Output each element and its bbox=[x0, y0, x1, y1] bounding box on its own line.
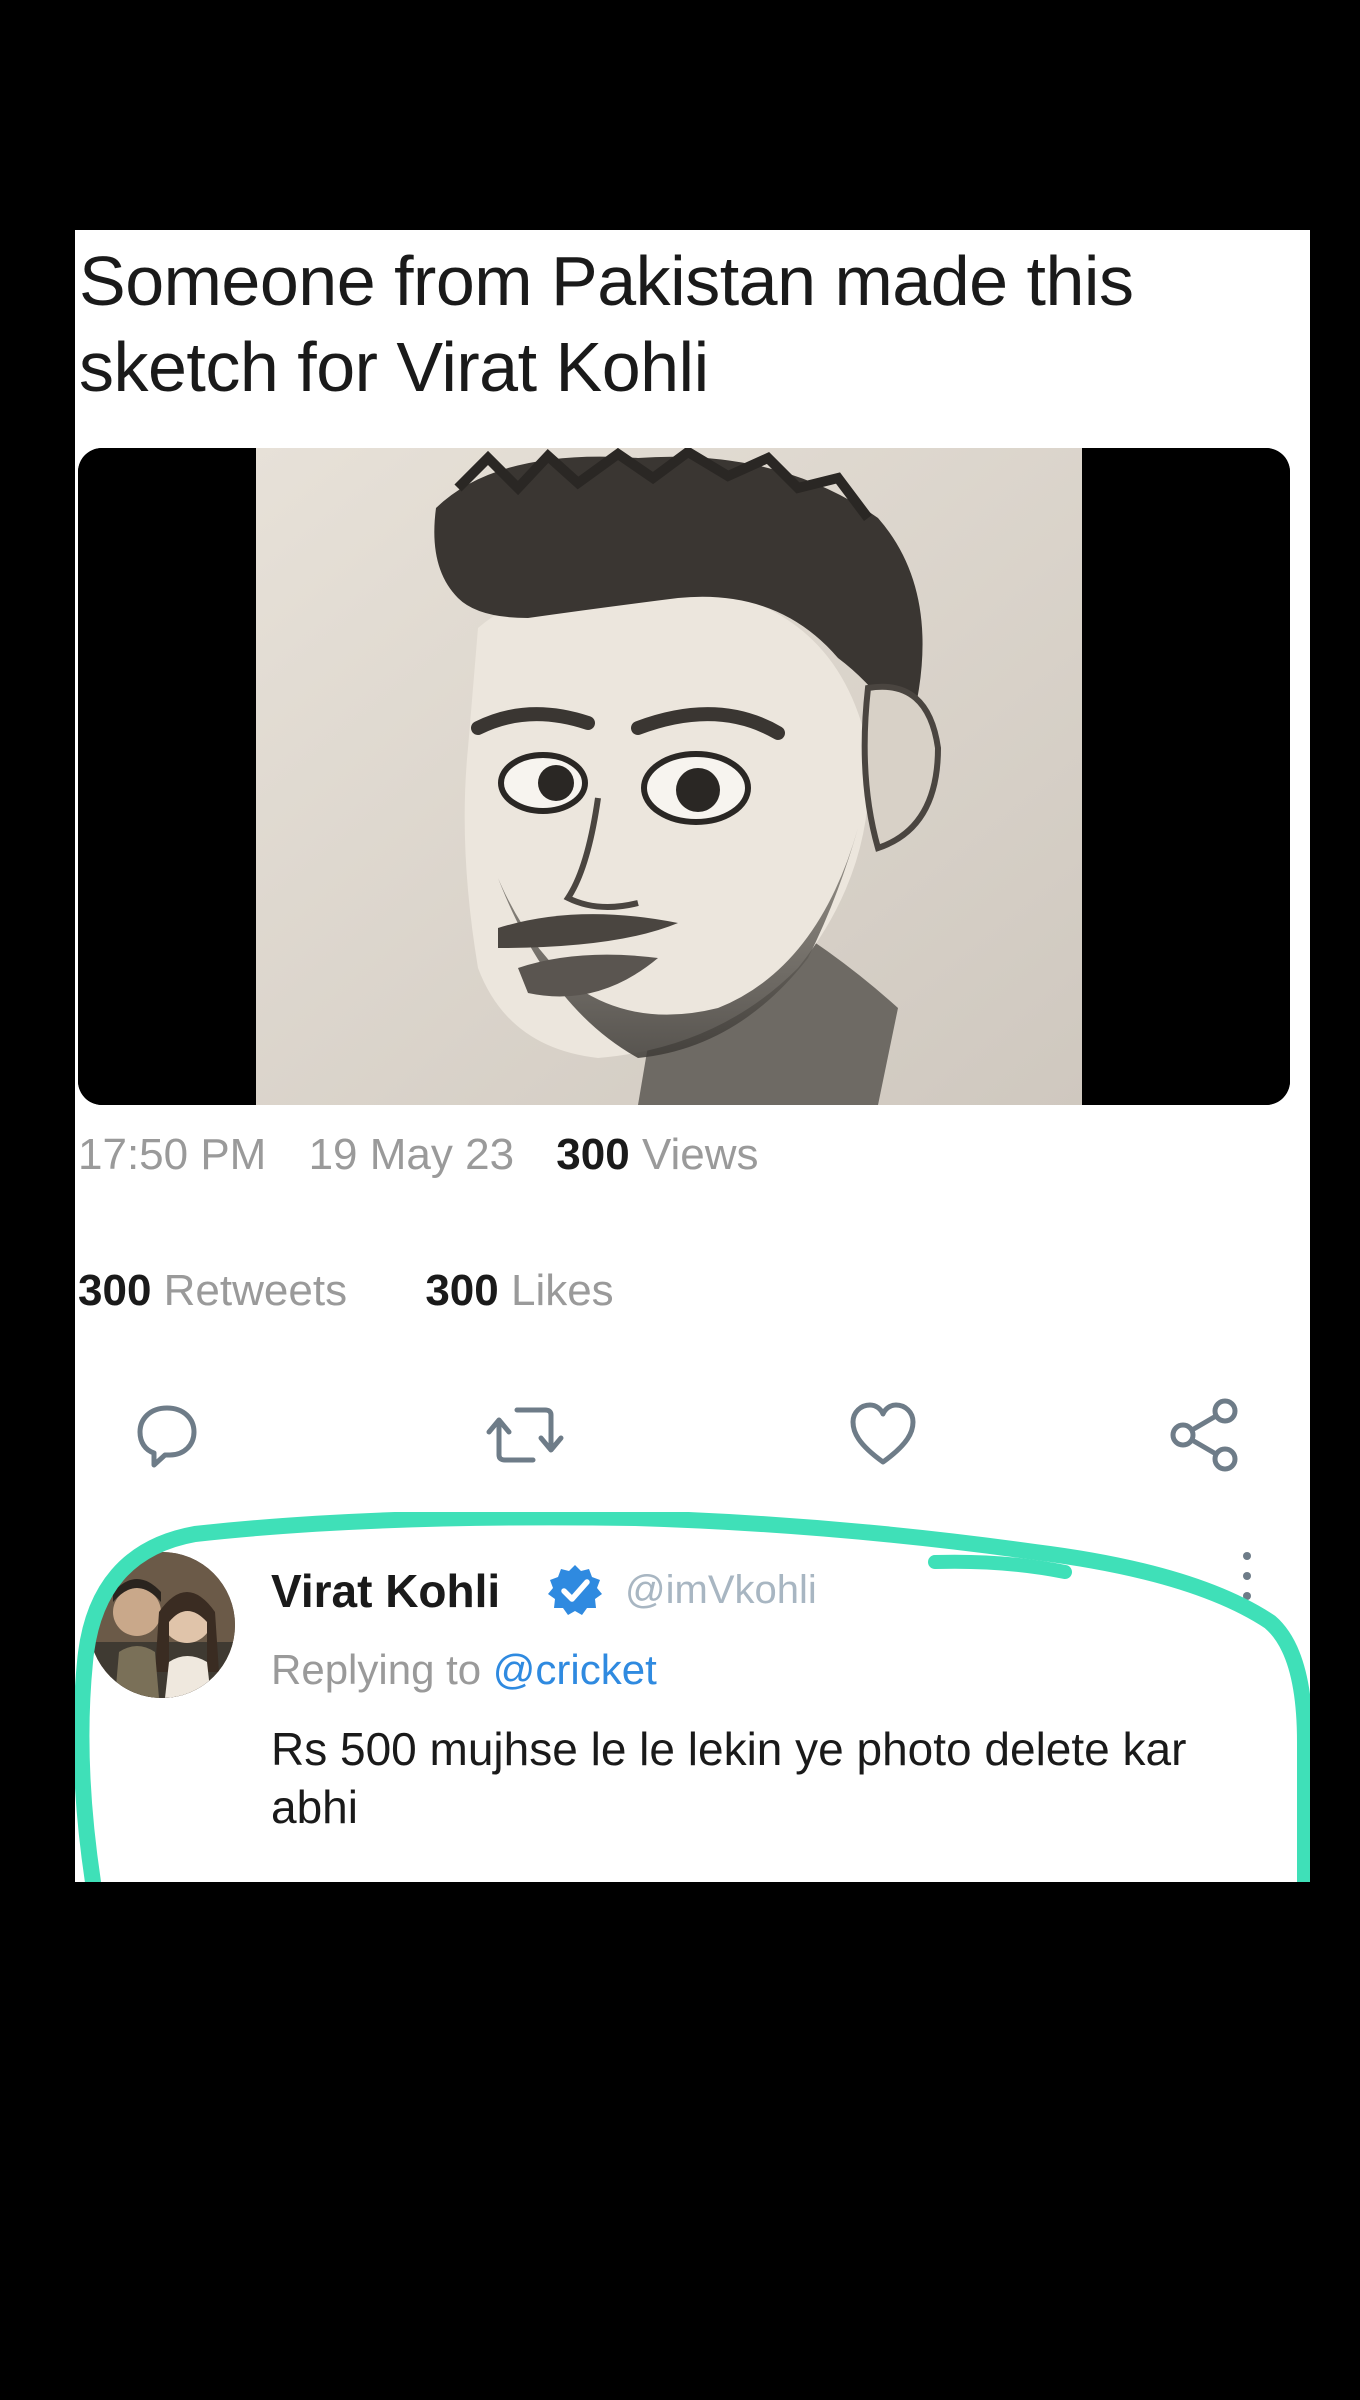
heart-icon bbox=[850, 1402, 916, 1465]
reply-button[interactable] bbox=[127, 1395, 207, 1475]
reply-text: Rs 500 mujhse le le lekin ye photo delet… bbox=[271, 1723, 1187, 1833]
avatar-photo bbox=[89, 1552, 235, 1698]
post-image[interactable] bbox=[78, 448, 1290, 1105]
share-button[interactable] bbox=[1165, 1395, 1245, 1475]
post-stats: 300 Retweets 300 Likes bbox=[78, 1266, 680, 1316]
likes-count: 300 bbox=[425, 1266, 499, 1315]
likes-stat[interactable]: 300 Likes bbox=[425, 1266, 613, 1316]
like-button[interactable] bbox=[843, 1395, 923, 1475]
reply-icon bbox=[137, 1405, 197, 1468]
reply-author-name[interactable]: Virat Kohli bbox=[271, 1564, 500, 1618]
views-label: Views bbox=[641, 1130, 759, 1179]
retweet-button[interactable] bbox=[485, 1395, 565, 1475]
action-bar bbox=[75, 1395, 1310, 1485]
avatar[interactable] bbox=[89, 1552, 235, 1698]
post-meta: 17:50 PM 19 May 23 300 Views bbox=[78, 1130, 759, 1180]
post-time: 17:50 PM bbox=[78, 1130, 267, 1179]
retweet-icon bbox=[486, 1407, 564, 1463]
share-icon bbox=[1170, 1398, 1238, 1472]
views-count: 300 bbox=[556, 1130, 630, 1179]
retweets-count: 300 bbox=[78, 1266, 152, 1315]
reply-tweet[interactable]: Virat Kohli @imVkohli Replying to @crick… bbox=[75, 1520, 1310, 1882]
retweets-label: Retweets bbox=[163, 1266, 348, 1315]
verified-badge-icon bbox=[548, 1565, 602, 1615]
reply-author-handle[interactable]: @imVkohli bbox=[625, 1568, 817, 1613]
replying-prefix: Replying to bbox=[271, 1646, 482, 1693]
replying-mention[interactable]: @cricket bbox=[493, 1646, 657, 1693]
post-text: Someone from Pakistan made this sketch f… bbox=[79, 242, 1134, 406]
replying-to: Replying to @cricket bbox=[271, 1646, 657, 1694]
likes-label: Likes bbox=[510, 1266, 614, 1315]
tweet-card: Someone from Pakistan made this sketch f… bbox=[75, 230, 1310, 1882]
retweets-stat[interactable]: 300 Retweets bbox=[78, 1266, 347, 1316]
sketch-image bbox=[78, 448, 1290, 1105]
more-options-icon[interactable] bbox=[1235, 1546, 1259, 1606]
post-date: 19 May 23 bbox=[308, 1130, 515, 1179]
